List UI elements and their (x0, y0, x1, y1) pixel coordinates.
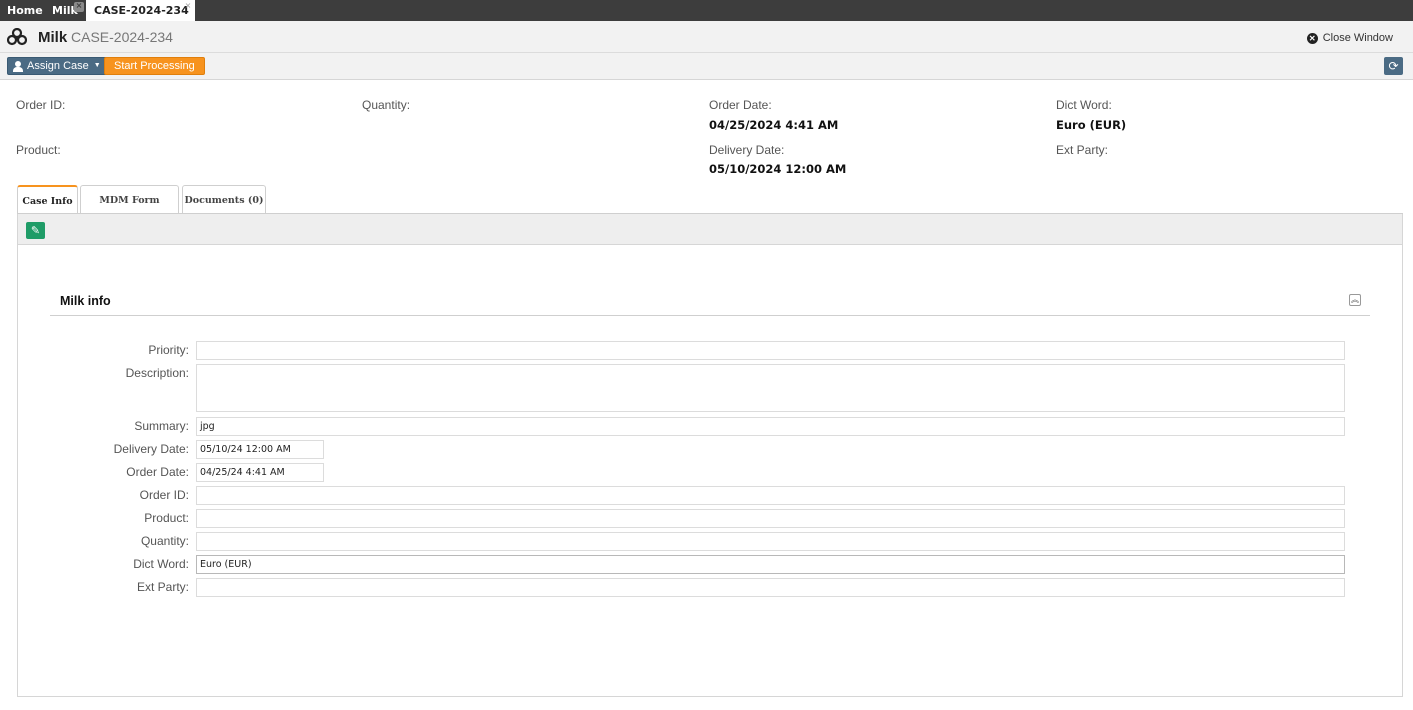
summary-label: Summary: (134, 419, 189, 433)
ext-party-field[interactable] (196, 578, 1345, 597)
description-field[interactable] (196, 364, 1345, 412)
order-id-field[interactable] (196, 486, 1345, 505)
double-chevron-up-icon[interactable]: ︽ (1349, 294, 1361, 306)
case-info-panel: ✎ Milk info ︽ Priority: Description: Sum… (17, 214, 1403, 697)
priority-field[interactable] (196, 341, 1345, 360)
dict-word-label: Dict Word: (133, 557, 189, 571)
close-tab-milk-icon[interactable]: × (74, 2, 84, 12)
header-dict-word-label: Dict Word: (1056, 98, 1112, 112)
user-icon (13, 60, 23, 72)
close-window-button[interactable]: ✕ Close Window (1306, 32, 1393, 44)
pencil-icon: ✎ (30, 224, 41, 237)
tab-home[interactable]: Home (7, 0, 43, 21)
header-quantity-label: Quantity: (362, 98, 411, 112)
close-tab-case-icon[interactable]: × (183, 2, 193, 12)
tab-case[interactable]: CASE-2024-234 (86, 0, 195, 21)
edit-button[interactable]: ✎ (26, 222, 45, 239)
priority-label: Priority: (148, 343, 189, 357)
title-bar: Milk CASE-2024-234 ✕ Close Window (0, 21, 1413, 53)
header-dict-word-value: Euro (EUR) (1056, 118, 1127, 132)
refresh-button[interactable]: ⟳ (1384, 57, 1403, 75)
refresh-icon: ⟳ (1388, 59, 1399, 73)
header-ext-party-label: Ext Party: (1056, 143, 1109, 157)
delivery-date-label: Delivery Date: (113, 442, 189, 456)
case-id: CASE-2024-234 (71, 29, 173, 45)
header-order-date-value: 04/25/2024 4:41 AM (709, 118, 839, 132)
order-date-label: Order Date: (126, 465, 189, 479)
assign-case-label: Assign Case (27, 60, 89, 72)
tab-documents[interactable]: Documents (0) (182, 185, 266, 214)
header-order-date-label: Order Date: (709, 98, 772, 112)
header-delivery-date-value: 05/10/2024 12:00 AM (709, 162, 847, 176)
biohazard-icon (7, 28, 27, 46)
action-bar: Assign Case ▼ Start Processing ⟳ (0, 53, 1413, 80)
ext-party-label: Ext Party: (136, 580, 189, 594)
section-title: Milk info (60, 294, 111, 308)
tab-mdm-form-viewer[interactable]: MDM Form Viewer (80, 185, 179, 235)
start-processing-button[interactable]: Start Processing (104, 57, 205, 75)
order-id-label: Order ID: (139, 488, 189, 502)
header-order-id-label: Order ID: (16, 98, 66, 112)
section-divider (50, 315, 1370, 316)
product-field[interactable] (196, 509, 1345, 528)
header-delivery-date-label: Delivery Date: (709, 143, 785, 157)
assign-case-button[interactable]: Assign Case ▼ (7, 57, 108, 75)
quantity-field[interactable] (196, 532, 1345, 551)
close-window-label: Close Window (1322, 32, 1393, 44)
order-date-field[interactable]: 04/25/24 4:41 AM (196, 463, 324, 482)
close-circle-icon: ✕ (1306, 32, 1318, 44)
summary-field[interactable]: jpg (196, 417, 1345, 436)
panel-toolbar: ✎ (18, 214, 1402, 245)
dict-word-field[interactable]: Euro (EUR) (196, 555, 1345, 574)
quantity-label: Quantity: (140, 534, 189, 548)
product-label: Product: (144, 511, 189, 525)
app-name: Milk (38, 29, 68, 46)
caret-down-icon: ▼ (93, 62, 101, 69)
top-tab-bar: Home Milk × CASE-2024-234 × (0, 0, 1413, 21)
tab-case-info[interactable]: Case Info (17, 185, 78, 214)
description-label: Description: (125, 366, 189, 380)
delivery-date-field[interactable]: 05/10/24 12:00 AM (196, 440, 324, 459)
header-product-label: Product: (16, 143, 61, 157)
